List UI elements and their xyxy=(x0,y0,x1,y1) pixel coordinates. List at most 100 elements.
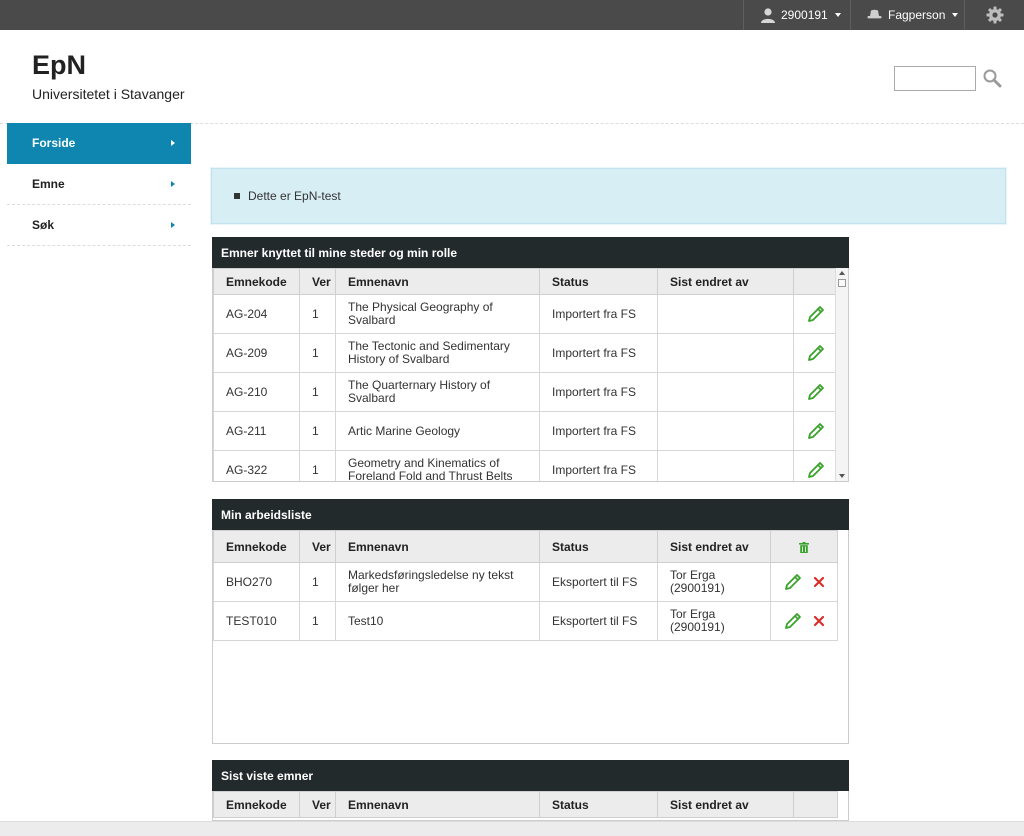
col-status[interactable]: Status xyxy=(539,530,658,563)
col-emnekode[interactable]: Emnekode xyxy=(213,791,300,818)
cell-ver: 1 xyxy=(299,411,336,451)
cell-ver: 1 xyxy=(299,562,336,602)
cell-code: TEST010 xyxy=(213,601,300,641)
delete-icon[interactable] xyxy=(814,577,825,587)
gear-icon xyxy=(986,6,1003,24)
panel-title-text: Sist viste emner xyxy=(221,768,314,783)
cell-name: Markedsføringsledelse ny tekst følger he… xyxy=(335,562,540,602)
courses-panel: Emnekode Ver Emnenavn Status Sist endret… xyxy=(212,268,849,482)
table-row: AG-322 1 Geometry and Kinematics of Fore… xyxy=(213,450,838,481)
sidebar-nav: Forside Emne Søk xyxy=(7,123,191,246)
cell-status: Importert fra FS xyxy=(539,411,658,451)
role-icon xyxy=(867,9,882,19)
top-bar: 2900191 Fagperson xyxy=(0,0,1024,30)
user-menu[interactable]: 2900191 xyxy=(743,0,850,30)
search-input[interactable] xyxy=(894,66,976,91)
col-status[interactable]: Status xyxy=(539,268,658,295)
panel-title-text: Min arbeidsliste xyxy=(221,507,312,522)
scroll-thumb[interactable] xyxy=(838,279,846,287)
cell-status: Eksportert til FS xyxy=(539,601,658,641)
table-row: BHO270 1 Markedsføringsledelse ny tekst … xyxy=(213,562,838,602)
col-emnekode[interactable]: Emnekode xyxy=(213,530,300,563)
col-ver[interactable]: Ver xyxy=(299,530,336,563)
edit-icon[interactable] xyxy=(807,422,825,440)
table-row: AG-209 1 The Tectonic and Sedimentary Hi… xyxy=(213,333,838,373)
col-ver[interactable]: Ver xyxy=(299,791,336,818)
cell-changed-by: Tor Erga (2900191) xyxy=(657,601,771,641)
col-emnenavn[interactable]: Emnenavn xyxy=(335,268,540,295)
cell-name: The Tectonic and Sedimentary History of … xyxy=(335,333,540,373)
table-header-row: Emnekode Ver Emnenavn Status Sist endret… xyxy=(213,530,838,563)
table-row: AG-210 1 The Quarternary History of Sval… xyxy=(213,372,838,412)
panel-title: Sist viste emner xyxy=(212,760,849,791)
sidebar-item-label: Forside xyxy=(32,136,76,150)
panel-title: Min arbeidsliste xyxy=(212,499,849,530)
sidebar-item-label: Emne xyxy=(32,177,65,191)
courses-table: Emnekode Ver Emnenavn Status Sist endret… xyxy=(213,268,838,481)
col-emnenavn[interactable]: Emnenavn xyxy=(335,791,540,818)
cell-changed-by xyxy=(657,411,794,451)
cell-code: AG-210 xyxy=(213,372,300,412)
edit-icon[interactable] xyxy=(807,461,825,479)
table-row: TEST010 1 Test10 Eksportert til FS Tor E… xyxy=(213,601,838,641)
chevron-right-icon xyxy=(171,181,175,187)
cell-name: Geometry and Kinematics of Foreland Fold… xyxy=(335,450,540,481)
sidebar-item-label: Søk xyxy=(32,218,55,232)
cell-actions xyxy=(770,562,838,602)
table-scrollbar[interactable] xyxy=(835,268,848,481)
col-sist-endret[interactable]: Sist endret av xyxy=(657,791,794,818)
col-sist-endret[interactable]: Sist endret av xyxy=(657,530,771,563)
cell-ver: 1 xyxy=(299,450,336,481)
worklist-panel: Emnekode Ver Emnenavn Status Sist endret… xyxy=(212,530,849,744)
col-actions xyxy=(793,791,838,818)
delete-icon[interactable] xyxy=(814,616,825,626)
table-row: AG-204 1 The Physical Geography of Svalb… xyxy=(213,294,838,334)
cell-actions xyxy=(793,450,838,481)
info-notice: Dette er EpN-test xyxy=(210,167,1007,225)
col-sist-endret[interactable]: Sist endret av xyxy=(657,268,794,295)
role-label: Fagperson xyxy=(888,8,946,22)
cell-name: Test10 xyxy=(335,601,540,641)
col-emnekode[interactable]: Emnekode xyxy=(213,268,300,295)
window-bottom-strip xyxy=(0,821,1024,836)
cell-status: Eksportert til FS xyxy=(539,562,658,602)
cell-code: AG-211 xyxy=(213,411,300,451)
edit-icon[interactable] xyxy=(807,305,825,323)
chevron-right-icon xyxy=(171,222,175,228)
panel-title: Emner knyttet til mine steder og min rol… xyxy=(212,237,849,268)
user-icon xyxy=(761,8,775,23)
settings-button[interactable] xyxy=(964,0,1024,30)
sidebar-item-sok[interactable]: Søk xyxy=(7,205,191,246)
sidebar-item-emne[interactable]: Emne xyxy=(7,164,191,205)
bullet-icon xyxy=(234,193,240,199)
edit-icon[interactable] xyxy=(784,612,802,630)
cell-name: The Quarternary History of Svalbard xyxy=(335,372,540,412)
scroll-down-icon[interactable] xyxy=(839,474,845,478)
edit-icon[interactable] xyxy=(807,344,825,362)
search-icon[interactable] xyxy=(982,68,1002,88)
role-menu[interactable]: Fagperson xyxy=(850,0,964,30)
cell-status: Importert fra FS xyxy=(539,372,658,412)
cell-ver: 1 xyxy=(299,333,336,373)
recent-panel: Emnekode Ver Emnenavn Status Sist endret… xyxy=(212,791,849,821)
sidebar-item-forside[interactable]: Forside xyxy=(7,123,191,164)
cell-code: BHO270 xyxy=(213,562,300,602)
col-emnenavn[interactable]: Emnenavn xyxy=(335,530,540,563)
table-header-row: Emnekode Ver Emnenavn Status Sist endret… xyxy=(213,791,838,818)
trash-icon[interactable] xyxy=(799,541,809,553)
notice-text: Dette er EpN-test xyxy=(248,189,341,203)
chevron-down-icon xyxy=(834,13,841,17)
scroll-up-icon[interactable] xyxy=(839,271,845,275)
cell-code: AG-209 xyxy=(213,333,300,373)
panel-title-text: Emner knyttet til mine steder og min rol… xyxy=(221,245,458,260)
col-ver[interactable]: Ver xyxy=(299,268,336,295)
cell-ver: 1 xyxy=(299,294,336,334)
edit-icon[interactable] xyxy=(807,383,825,401)
col-status[interactable]: Status xyxy=(539,791,658,818)
cell-code: AG-204 xyxy=(213,294,300,334)
cell-changed-by xyxy=(657,333,794,373)
cell-name: The Physical Geography of Svalbard xyxy=(335,294,540,334)
edit-icon[interactable] xyxy=(784,573,802,591)
cell-changed-by xyxy=(657,372,794,412)
cell-ver: 1 xyxy=(299,601,336,641)
